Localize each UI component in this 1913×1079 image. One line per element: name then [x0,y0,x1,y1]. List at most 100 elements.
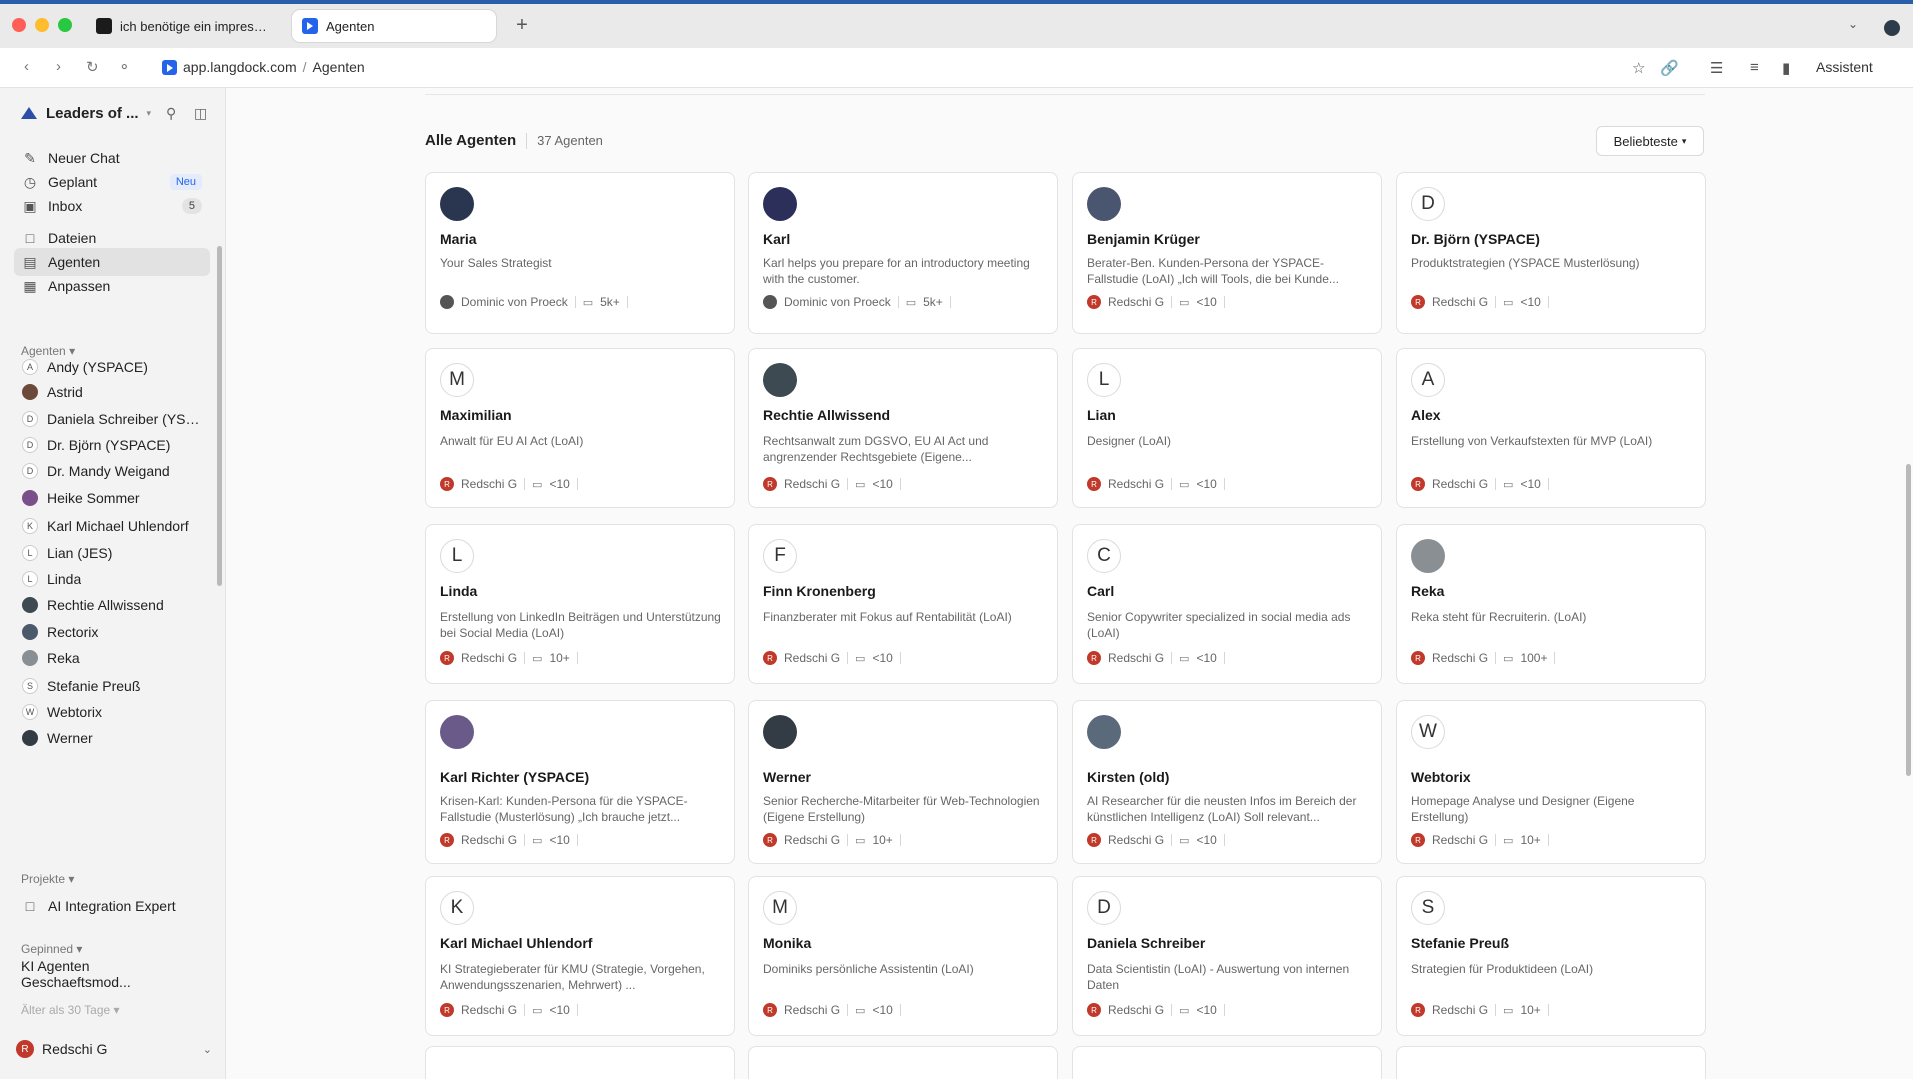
sidebar-agent-item[interactable]: D Dr. Mandy Weigand [14,457,210,485]
agent-card[interactable]: L Linda Erstellung von LinkedIn Beiträgen … [425,524,735,684]
reload-icon[interactable]: ↻ [86,58,99,76]
owner-avatar: R [1087,833,1101,847]
main-scrollbar[interactable] [1906,464,1911,776]
browser-profile-icon[interactable] [1884,20,1900,36]
agent-card[interactable]: D Daniela Schreiber Data Scientistin (LoAI… [1072,876,1382,1036]
agent-avatar: C [1087,539,1121,573]
maximize-window-button[interactable] [58,18,72,32]
agent-card[interactable]: M Maximilian Anwalt für EU AI Act (LoAI) R R… [425,348,735,508]
browser-tab-agenten[interactable]: Agenten [292,10,496,42]
agent-card-description: Reka steht für Recruiterin. (LoAI) [1411,610,1587,624]
agent-avatar: M [440,363,474,397]
microphone-icon[interactable]: ⚬ [118,58,131,76]
close-window-button[interactable] [12,18,26,32]
translate-icon[interactable]: ☰ [1710,59,1723,77]
agent-card[interactable]: A Alex Erstellung von Verkaufstexten für M… [1396,348,1706,508]
back-arrow-icon[interactable]: ‹ [24,58,29,75]
new-tab-button[interactable]: + [510,14,534,38]
agent-card-title: Monika [763,935,812,951]
forward-arrow-icon[interactable]: › [56,58,61,75]
assistant-button[interactable]: Assistent [1816,59,1873,75]
project-item[interactable]: □ AI Integration Expert [14,892,210,920]
agent-card[interactable]: Karl Richter (YSPACE) Krisen-Karl: Kunden… [425,700,735,864]
clock-icon: ◷ [23,173,37,190]
agent-avatar: A [22,359,38,375]
url-field[interactable]: app.langdock.com / Agenten [162,59,365,75]
folder-icon: □ [25,230,35,246]
sidebar-agent-item[interactable]: A Andy (YSPACE) [14,353,210,381]
agent-card[interactable]: M Monika Dominiks persönliche Assistentin … [748,876,1058,1036]
chat-bubble-icon: ▭ [1179,478,1190,491]
link-icon[interactable]: 🔗 [1660,59,1679,77]
agent-card[interactable] [748,1046,1058,1079]
sidebar-agent-item[interactable]: L Linda [14,565,210,593]
nav-label: Inbox [48,198,83,214]
agent-card[interactable] [1072,1046,1382,1079]
user-menu[interactable]: R Redschi G ⌄ [16,1040,212,1058]
agent-avatar [440,715,474,749]
owner-avatar: R [1411,651,1425,665]
section-label: Gepinned [21,942,74,956]
sidebar-scrollbar[interactable] [217,246,222,586]
sidebar-agent-item[interactable]: K Karl Michael Uhlendorf [14,512,210,540]
main-content: Alle Agenten 37 Agenten Beliebteste ▾ Ma… [227,88,1913,1079]
sidebar-agent-item[interactable]: D Daniela Schreiber (YSP... [14,405,210,433]
reader-icon[interactable]: ≡ [1750,59,1759,76]
usage-count: <10 [1520,477,1541,491]
sidebar-agent-item[interactable]: L Lian (JES) [14,539,210,567]
projects-section-title[interactable]: Projekte ▾ [21,872,74,886]
agent-card-meta: R Redschi G ▭ <10 [763,1003,901,1017]
sidebar-agent-item[interactable]: W Webtorix [14,698,210,726]
agent-card[interactable]: Werner Senior Recherche-Mitarbeiter für W… [748,700,1058,864]
agent-card-description: Dominiks persönliche Assistentin (LoAI) [763,962,974,976]
divider [899,652,901,664]
chevron-down-icon: ▾ [76,942,83,956]
pinned-section-title[interactable]: Gepinned ▾ [21,942,82,956]
sidebar-agent-item[interactable]: Rechtie Allwissend [14,591,210,619]
sidebar-agent-item[interactable]: Reka [14,644,210,672]
agent-card[interactable]: Benjamin Krüger Berater-Ben. Kunden-Perso… [1072,172,1382,334]
chat-bubble-icon: ▭ [855,478,866,491]
workspace-switcher[interactable]: Leaders of ... ▾ [20,104,151,122]
minimize-window-button[interactable] [35,18,49,32]
sidebar-toggle-icon[interactable]: ◫ [194,105,207,122]
agent-card[interactable] [425,1046,735,1079]
agent-card-title: Benjamin Krüger [1087,231,1200,247]
agent-card[interactable]: Rechtie Allwissend Rechtsanwalt zum DGSVO… [748,348,1058,508]
agent-card[interactable]: W Webtorix Homepage Analyse und Designer (… [1396,700,1706,864]
sidebar-agent-item[interactable]: Werner [14,724,210,752]
sidebar-agent-item[interactable]: Astrid [14,378,210,406]
agent-card[interactable] [1396,1046,1706,1079]
agent-card[interactable]: C Carl Senior Copywriter specialized in so… [1072,524,1382,684]
agent-card[interactable]: F Finn Kronenberg Finanzberater mit Fokus … [748,524,1058,684]
older-section-title[interactable]: Älter als 30 Tage ▾ [21,1003,120,1017]
owner-name: Redschi G [1108,651,1165,665]
nav-inbox[interactable]: ▣ Inbox 5 [14,192,210,220]
agent-card[interactable]: K Karl Michael Uhlendorf KI Strategieberat… [425,876,735,1036]
nav-customize[interactable]: ▦ Anpassen [14,272,210,300]
agent-card[interactable]: Karl Karl helps you prepare for an introd… [748,172,1058,334]
sidebar-agent-item[interactable]: Rectorix [14,618,210,646]
agent-card[interactable]: D Dr. Björn (YSPACE) Produktstrategien (YS… [1396,172,1706,334]
agent-avatar [22,384,38,400]
sidebar-agent-item[interactable]: S Stefanie Preuß [14,672,210,700]
sidebar-agent-item[interactable]: Heike Sommer [14,484,210,512]
agent-card[interactable]: Kirsten (old) AI Researcher für die neust… [1072,700,1382,864]
tab-overview-chevron-icon[interactable]: ⌄ [1848,17,1858,31]
agent-card[interactable]: Maria Your Sales Strategist Dominic von Pr… [425,172,735,334]
sidebar-agent-item[interactable]: D Dr. Björn (YSPACE) [14,431,210,459]
owner-name: Dominic von Proeck [784,295,891,309]
usage-count: 5k+ [600,295,620,309]
agent-card[interactable]: S Stefanie Preuß Strategien für Produktide… [1396,876,1706,1036]
agent-avatar: F [763,539,797,573]
agent-card[interactable]: Reka Reka steht für Recruiterin. (LoAI) R R… [1396,524,1706,684]
search-icon[interactable]: ⚲ [166,105,176,122]
agent-card-description: Senior Recherche-Mitarbeiter für Web-Tec… [763,794,1040,824]
bookmark-star-icon[interactable]: ☆ [1632,59,1645,77]
audio-icon[interactable]: ▮ [1782,59,1790,77]
owner-avatar: R [440,1003,454,1017]
browser-tab-impressum[interactable]: ich benötige ein impressum f [86,10,282,42]
sort-dropdown[interactable]: Beliebteste ▾ [1596,126,1704,156]
agent-card[interactable]: L Lian Designer (LoAI) R Redschi G ▭ <10 [1072,348,1382,508]
pinned-chat-item[interactable]: KI Agenten Geschaeftsmod... [14,958,210,990]
